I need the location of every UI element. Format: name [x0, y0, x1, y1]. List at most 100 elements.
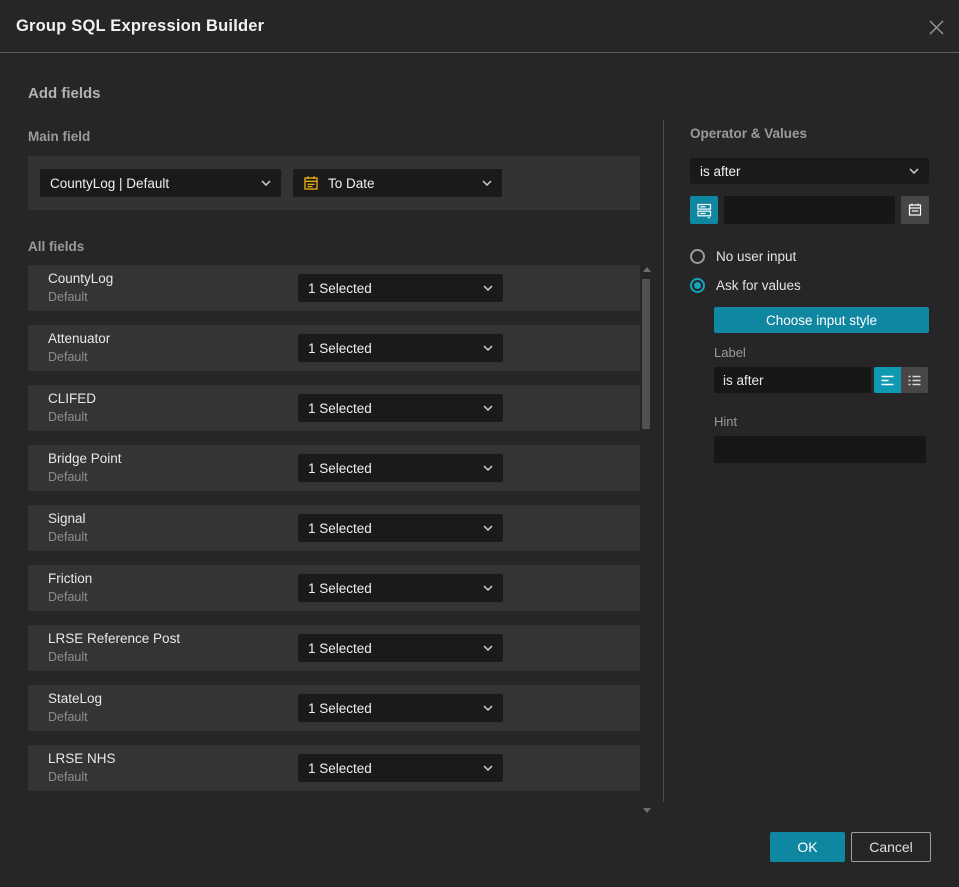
field-row: Friction Default 1 Selected [28, 565, 640, 611]
close-button[interactable] [926, 17, 946, 37]
hint-caption: Hint [714, 414, 738, 429]
field-row: LRSE Reference Post Default 1 Selected [28, 625, 640, 671]
field-row: LRSE NHS Default 1 Selected [28, 745, 640, 791]
operator-values-heading: Operator & Values [690, 126, 808, 141]
field-name: Bridge Point [48, 451, 122, 466]
field-subtitle: Default [48, 590, 88, 604]
field-subtitle: Default [48, 710, 88, 724]
scroll-down-arrow-icon[interactable] [643, 808, 651, 813]
radio-no-user-input-label: No user input [716, 249, 797, 264]
field-row-text: LRSE Reference Post Default [48, 631, 180, 664]
set-value-from-field-button[interactable] [690, 196, 718, 224]
group-sql-expression-builder-dialog: Group SQL Expression Builder Add fields … [0, 0, 959, 887]
input-style-toggle-group [874, 367, 928, 393]
value-input[interactable] [724, 196, 895, 224]
field-row-text: CountyLog Default [48, 271, 113, 304]
chevron-down-icon [483, 285, 493, 291]
main-field-date-select-value: To Date [328, 175, 375, 191]
hint-input[interactable] [714, 436, 926, 463]
field-selection-dropdown[interactable]: 1 Selected [298, 634, 503, 662]
align-left-icon [881, 375, 894, 385]
field-name: CountyLog [48, 271, 114, 286]
chevron-down-icon [483, 465, 493, 471]
field-row: Signal Default 1 Selected [28, 505, 640, 551]
main-field-date-select[interactable]: To Date [293, 169, 502, 197]
field-name: LRSE NHS [48, 751, 116, 766]
field-selection-value: 1 Selected [308, 340, 372, 356]
field-selection-dropdown[interactable]: 1 Selected [298, 574, 503, 602]
field-name: CLIFED [48, 391, 97, 406]
close-icon [929, 20, 943, 34]
chevron-down-icon [483, 525, 493, 531]
scroll-up-arrow-icon[interactable] [643, 267, 651, 272]
field-selection-value: 1 Selected [308, 700, 372, 716]
operator-values-panel: Operator & Values is after No user input… [690, 126, 929, 463]
chevron-down-icon [483, 765, 493, 771]
chevron-down-icon [261, 180, 271, 186]
cancel-button[interactable]: Cancel [851, 832, 931, 862]
field-selection-dropdown[interactable]: 1 Selected [298, 514, 503, 542]
chevron-down-icon [909, 168, 919, 174]
field-row-text: Signal Default [48, 511, 88, 544]
bullet-list-icon [908, 375, 921, 385]
scrollbar-thumb[interactable] [642, 279, 650, 429]
label-input[interactable] [714, 367, 871, 393]
single-line-style-button[interactable] [874, 367, 901, 393]
chevron-down-icon [483, 405, 493, 411]
all-fields-list: CountyLog Default 1 Selected Attenuator … [28, 265, 651, 815]
add-fields-heading: Add fields [28, 85, 101, 102]
radio-ask-for-values[interactable]: Ask for values [690, 278, 929, 293]
field-selection-dropdown[interactable]: 1 Selected [298, 454, 503, 482]
radio-no-user-input[interactable]: No user input [690, 249, 929, 264]
operator-select[interactable]: is after [690, 158, 929, 184]
field-row-text: StateLog Default [48, 691, 102, 724]
title-bar: Group SQL Expression Builder [0, 0, 959, 53]
field-subtitle: Default [48, 770, 88, 784]
field-row-text: Bridge Point Default [48, 451, 122, 484]
scrollbar[interactable] [642, 263, 651, 815]
field-row-text: CLIFED Default [48, 391, 96, 424]
radio-selected-icon [690, 278, 705, 293]
choose-input-style-button[interactable]: Choose input style [714, 307, 929, 333]
field-selection-value: 1 Selected [308, 400, 372, 416]
radio-ask-for-values-label: Ask for values [716, 278, 801, 293]
ask-for-values-options: Choose input style Label is after Hint [714, 307, 929, 463]
calendar-icon [908, 203, 922, 216]
field-row-text: Attenuator Default [48, 331, 110, 364]
chevron-down-icon [483, 645, 493, 651]
field-selection-dropdown[interactable]: 1 Selected [298, 754, 503, 782]
field-selection-dropdown[interactable]: 1 Selected [298, 694, 503, 722]
chevron-down-icon [483, 585, 493, 591]
main-field-select[interactable]: CountyLog | Default [40, 169, 281, 197]
field-row-text: Friction Default [48, 571, 92, 604]
field-selection-value: 1 Selected [308, 760, 372, 776]
stacked-fields-icon [696, 203, 711, 219]
add-fields-panel: Add fields Main field CountyLog | Defaul… [28, 85, 651, 815]
field-subtitle: Default [48, 530, 88, 544]
ok-button[interactable]: OK [770, 832, 845, 862]
field-row: CountyLog Default 1 Selected [28, 265, 640, 311]
field-selection-dropdown[interactable]: 1 Selected [298, 394, 503, 422]
field-name: StateLog [48, 691, 103, 706]
date-picker-button[interactable] [901, 196, 929, 224]
list-style-button[interactable] [901, 367, 928, 393]
field-selection-dropdown[interactable]: 1 Selected [298, 334, 503, 362]
field-subtitle: Default [48, 650, 88, 664]
chevron-down-icon [483, 705, 493, 711]
field-row: Attenuator Default 1 Selected [28, 325, 640, 371]
label-row [714, 367, 929, 393]
dialog-title: Group SQL Expression Builder [16, 16, 265, 35]
field-row: StateLog Default 1 Selected [28, 685, 640, 731]
radio-circle-icon [690, 249, 705, 264]
all-fields-label: All fields [28, 239, 85, 254]
field-subtitle: Default [48, 290, 88, 304]
field-name: Friction [48, 571, 93, 586]
field-selection-dropdown[interactable]: 1 Selected [298, 274, 503, 302]
main-field-box: CountyLog | Default To Date [28, 156, 640, 210]
field-subtitle: Default [48, 410, 88, 424]
panel-divider [663, 120, 664, 802]
field-selection-value: 1 Selected [308, 460, 372, 476]
field-selection-value: 1 Selected [308, 580, 372, 596]
label-caption: Label [714, 345, 746, 360]
field-name: Signal [48, 511, 86, 526]
